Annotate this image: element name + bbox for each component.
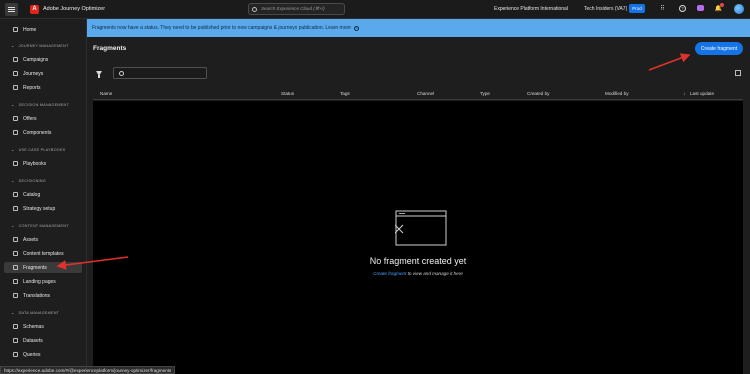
app-name[interactable]: Adobe Journey Optimizer xyxy=(43,6,105,12)
reports-icon xyxy=(13,85,18,90)
landing-pages-icon xyxy=(13,279,18,284)
table-body: No fragment created yet Create fragment … xyxy=(93,101,743,374)
sidebar-item-offers[interactable]: Offers xyxy=(4,113,82,124)
column-channel[interactable]: Channel xyxy=(417,91,434,96)
components-icon xyxy=(13,130,18,135)
offers-icon xyxy=(13,116,18,121)
assets-icon xyxy=(13,237,18,242)
column-name[interactable]: Name xyxy=(100,91,112,96)
sidebar-item-campaigns[interactable]: Campaigns xyxy=(4,54,82,65)
empty-state-message: Create fragment to view and manage it he… xyxy=(93,271,743,276)
org-switcher[interactable]: Experience Platform International xyxy=(494,6,568,12)
column-last-update[interactable]: Last update xyxy=(690,91,714,96)
avatar[interactable] xyxy=(734,4,744,14)
help-icon[interactable]: ? xyxy=(679,5,686,12)
sidebar-section-content-management[interactable]: ⌄ CONTENT MANAGEMENT xyxy=(11,223,69,228)
column-modified-by[interactable]: Modified by xyxy=(605,91,629,96)
column-type[interactable]: Type xyxy=(480,91,490,96)
sidebar-section-decision-management[interactable]: ⌄ DECISION MANAGEMENT xyxy=(11,102,69,107)
filter-icon[interactable] xyxy=(96,71,102,78)
page-title: Fragments xyxy=(93,45,127,52)
sidebar-item-content-templates[interactable]: Content templates xyxy=(4,248,82,259)
arrow-to-create-button xyxy=(648,53,691,71)
sidebar-item-schemas[interactable]: Schemas xyxy=(4,321,82,332)
sidebar-item-queries[interactable]: Queries xyxy=(4,349,82,360)
fragments-icon xyxy=(13,265,18,270)
adobe-logo[interactable]: A xyxy=(30,4,39,14)
status-bar-url: https://experience.adobe.com/#/@experien… xyxy=(0,366,176,374)
menu-icon[interactable] xyxy=(5,2,18,16)
sidebar-item-playbooks[interactable]: Playbooks xyxy=(4,158,82,169)
apps-grid-icon[interactable]: ⠿ xyxy=(659,5,666,12)
templates-icon xyxy=(13,251,18,256)
create-fragment-button[interactable]: Create fragment xyxy=(695,42,743,55)
banner-text[interactable]: Fragments now have a status. They need t… xyxy=(92,25,351,31)
sidebar-item-strategy-setup[interactable]: Strategy setup xyxy=(4,203,82,214)
sidebar-item-home[interactable]: Home xyxy=(4,24,82,35)
column-tags[interactable]: Tags xyxy=(340,91,350,96)
sandbox-switcher[interactable]: Tech Insiders (VA7) xyxy=(584,6,627,12)
empty-state-suffix: to view and manage it here xyxy=(406,271,463,276)
translations-icon xyxy=(13,293,18,298)
sidebar-item-datasets[interactable]: Datasets xyxy=(4,335,82,346)
global-search-input[interactable]: Search Experience Cloud (⌘+/) xyxy=(248,3,345,15)
catalog-icon xyxy=(13,192,18,197)
env-badge[interactable]: Prod xyxy=(629,4,645,13)
column-created-by[interactable]: Created by xyxy=(527,91,549,96)
playbooks-icon xyxy=(13,161,18,166)
column-settings-icon[interactable] xyxy=(735,70,741,76)
feedback-icon[interactable] xyxy=(697,5,704,11)
sidebar-section-use-case-playbooks[interactable]: ⌄ USE CASE PLAYBOOKS xyxy=(11,147,65,152)
create-fragment-link[interactable]: Create fragment xyxy=(373,271,406,276)
datasets-icon xyxy=(13,338,18,343)
search-placeholder: Search Experience Cloud (⌘+/) xyxy=(261,6,325,11)
column-status[interactable]: Status xyxy=(281,91,294,96)
sidebar-item-catalog[interactable]: Catalog xyxy=(4,189,82,200)
search-icon xyxy=(119,70,124,76)
campaigns-icon xyxy=(13,57,18,62)
sidebar-item-components[interactable]: Components xyxy=(4,127,82,138)
sidebar-item-landing-pages[interactable]: Landing pages xyxy=(4,276,82,287)
sidebar-item-reports[interactable]: Reports xyxy=(4,82,82,93)
journeys-icon xyxy=(13,71,18,76)
notification-badge xyxy=(720,3,724,7)
sidebar-item-translations[interactable]: Translations xyxy=(4,290,82,301)
queries-icon xyxy=(13,352,18,357)
sidebar-section-decisioning[interactable]: ⌄ DECISIONING xyxy=(11,178,46,183)
empty-window-icon xyxy=(395,210,447,246)
sidebar-section-journey-management[interactable]: ⌄ JOURNEY MANAGEMENT xyxy=(11,43,69,48)
sidebar-section-data-management[interactable]: ⌄ DATA MANAGEMENT xyxy=(11,310,59,315)
info-icon[interactable]: i xyxy=(353,25,359,31)
home-icon xyxy=(13,27,18,32)
sidebar-item-journeys[interactable]: Journeys xyxy=(4,68,82,79)
info-banner: Fragments now have a status. They need t… xyxy=(87,19,750,37)
empty-state-title: No fragment created yet xyxy=(369,256,467,266)
table-header: Name Status Tags Channel Type Created by… xyxy=(93,88,743,100)
strategy-icon xyxy=(13,206,18,211)
sidebar-item-assets[interactable]: Assets xyxy=(4,234,82,245)
table-search-input[interactable] xyxy=(113,67,207,79)
sidebar-item-fragments[interactable]: Fragments xyxy=(4,262,82,273)
sort-arrow-icon[interactable]: ↓ xyxy=(683,91,685,96)
schemas-icon xyxy=(13,324,18,329)
search-icon xyxy=(252,6,257,12)
